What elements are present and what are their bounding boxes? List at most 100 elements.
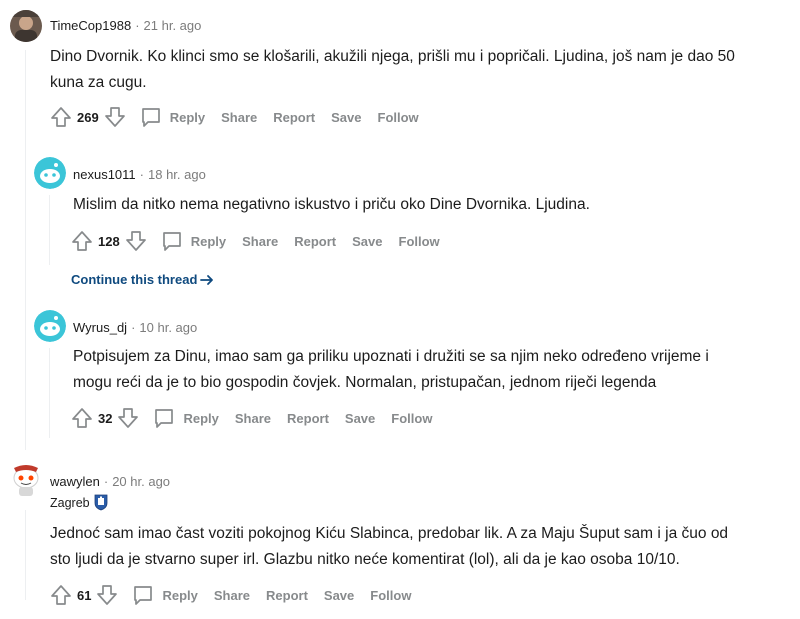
reply-button[interactable]: Reply	[140, 106, 205, 128]
comment-text-line: Dino Dvornik. Ko klinci smo se klošarili…	[50, 48, 735, 65]
comment-text-line: Jednoć sam imao čast voziti pokojnog Kić…	[50, 525, 729, 542]
comment-text-line: mogu reći da je to bio gospodin čovjek. …	[73, 374, 657, 391]
reply-label: Reply	[183, 410, 219, 426]
reply-button[interactable]: Reply	[161, 230, 226, 252]
thread-line[interactable]	[49, 348, 50, 438]
timestamp[interactable]: 20 hr. ago	[112, 474, 170, 489]
vote-controls: 269	[50, 106, 126, 128]
comment-meta: Wyrus_dj · 10 hr. ago	[73, 320, 197, 335]
downvote-icon[interactable]	[125, 230, 147, 252]
comment-bubble-icon	[134, 586, 153, 605]
save-label: Save	[323, 587, 355, 603]
upvote-icon[interactable]	[50, 584, 72, 606]
avatar[interactable]	[34, 157, 66, 189]
follow-button[interactable]: Follow	[399, 234, 440, 249]
report-button[interactable]: Report	[287, 411, 329, 426]
report-button[interactable]: Report	[273, 110, 315, 125]
thread-line[interactable]	[25, 510, 26, 600]
continue-thread-link[interactable]: Continue this thread	[71, 272, 214, 287]
follow-label: Follow	[398, 233, 440, 249]
comment-actions: 32 Reply Share Report Save Follow	[71, 404, 432, 432]
thread-line[interactable]	[49, 195, 50, 265]
timestamp[interactable]: 21 hr. ago	[144, 18, 202, 33]
vote-score: 61	[77, 587, 92, 603]
share-label: Share	[234, 410, 272, 426]
comment-body: Jednoć sam imao čast voziti pokojnog Kić…	[50, 521, 728, 573]
report-label: Report	[266, 587, 308, 603]
author-name[interactable]: nexus1011	[73, 167, 136, 182]
report-label: Report	[287, 410, 329, 426]
follow-label: Follow	[377, 109, 419, 125]
share-button[interactable]: Share	[214, 588, 250, 603]
follow-button[interactable]: Follow	[378, 110, 419, 125]
share-button[interactable]: Share	[235, 411, 271, 426]
user-avatar-image	[10, 10, 42, 42]
vote-score: 32	[98, 410, 113, 426]
arrow-right-icon	[200, 274, 214, 285]
save-label: Save	[352, 233, 383, 249]
reply-button[interactable]: Reply	[132, 584, 198, 606]
report-button[interactable]: Report	[294, 234, 336, 249]
report-button[interactable]: Report	[266, 588, 308, 603]
save-button[interactable]: Save	[352, 234, 382, 249]
vote-controls: 61	[50, 584, 118, 606]
reply-label: Reply	[162, 587, 198, 603]
follow-label: Follow	[391, 410, 433, 426]
reply-button[interactable]: Reply	[153, 407, 219, 429]
comment-bubble-icon	[141, 108, 160, 127]
flair-label: Zagreb	[50, 495, 90, 510]
follow-button[interactable]: Follow	[391, 411, 432, 426]
save-button[interactable]: Save	[331, 110, 361, 125]
snoo-avatar-image	[34, 157, 66, 189]
follow-label: Follow	[370, 587, 412, 603]
reply-label: Reply	[169, 109, 206, 125]
author-name[interactable]: TimeCop1988	[50, 18, 131, 33]
report-label: Report	[294, 233, 337, 249]
comment-text-line: kuna za cugu.	[50, 74, 147, 91]
vote-controls: 32	[71, 407, 139, 429]
avatar[interactable]	[10, 464, 42, 496]
user-flair: Zagreb	[50, 494, 108, 511]
comment-meta: nexus1011 · 18 hr. ago	[73, 167, 206, 182]
vote-score: 269	[77, 109, 99, 125]
comment-actions: 269 Reply Share Report Save Follow	[50, 103, 419, 131]
vote-controls: 128	[71, 230, 147, 252]
comment-text-line: Mislim da nitko nema negativno iskustvo …	[73, 196, 590, 213]
separator: ·	[139, 167, 144, 182]
avatar[interactable]	[10, 10, 42, 42]
author-name[interactable]: wawylen	[50, 474, 100, 489]
upvote-icon[interactable]	[71, 230, 93, 252]
timestamp[interactable]: 10 hr. ago	[139, 320, 197, 335]
comment-body: Potpisujem za Dinu, imao sam ga priliku …	[73, 344, 709, 396]
save-button[interactable]: Save	[345, 411, 375, 426]
downvote-icon[interactable]	[96, 584, 118, 606]
reply-label: Reply	[190, 233, 227, 249]
separator: ·	[131, 320, 136, 335]
share-button[interactable]: Share	[221, 110, 257, 125]
report-label: Report	[273, 109, 316, 125]
author-name[interactable]: Wyrus_dj	[73, 320, 127, 335]
share-label: Share	[213, 587, 251, 603]
comment-meta: wawylen · 20 hr. ago	[50, 474, 170, 489]
thread-line[interactable]	[25, 50, 26, 450]
comment-text-line: Potpisujem za Dinu, imao sam ga priliku …	[73, 348, 709, 365]
downvote-icon[interactable]	[117, 407, 139, 429]
separator: ·	[135, 18, 140, 33]
timestamp[interactable]: 18 hr. ago	[148, 167, 206, 182]
upvote-icon[interactable]	[71, 407, 93, 429]
avatar[interactable]	[34, 310, 66, 342]
comment-body: Mislim da nitko nema negativno iskustvo …	[73, 192, 590, 218]
snoo-avatar-image	[34, 310, 66, 342]
comment-text-line: sto ljudi da je stvarno super irl. Glazb…	[50, 551, 680, 568]
share-label: Share	[221, 109, 258, 125]
downvote-icon[interactable]	[104, 106, 126, 128]
save-button[interactable]: Save	[324, 588, 354, 603]
vote-score: 128	[98, 233, 120, 249]
comment-body: Dino Dvornik. Ko klinci smo se klošarili…	[50, 44, 735, 96]
separator: ·	[103, 474, 109, 489]
comment-actions: 128 Reply Share Report Save Follow	[71, 227, 440, 255]
comment-bubble-icon	[162, 232, 181, 251]
share-button[interactable]: Share	[242, 234, 278, 249]
upvote-icon[interactable]	[50, 106, 72, 128]
follow-button[interactable]: Follow	[370, 588, 411, 603]
